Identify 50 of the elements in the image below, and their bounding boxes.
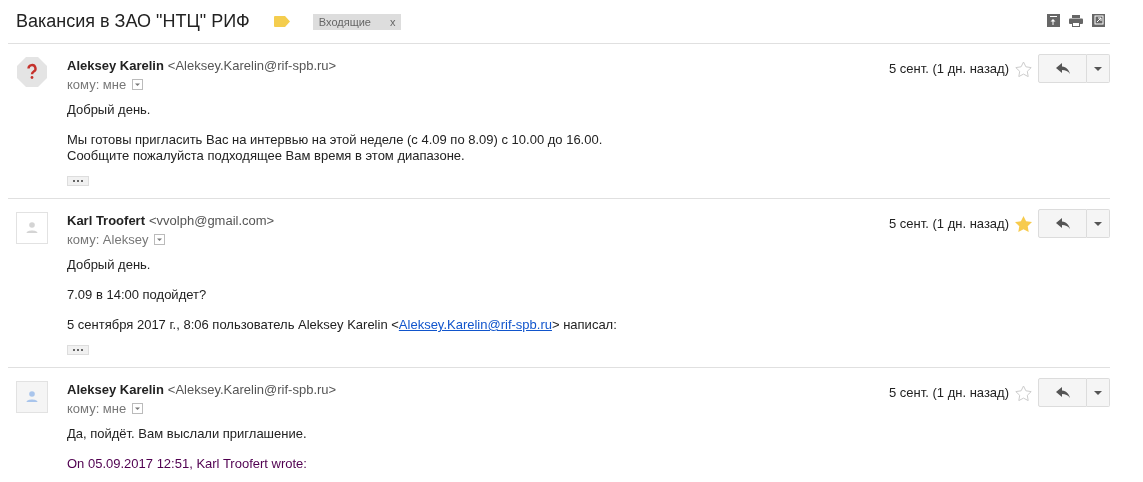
message-paragraph: Мы готовы пригласить Вас на интервью на этой неделе (с 4.09 по 8.09) с 10.00 до 16.00. Сообщите пожалуйста подходящее Вам время в этом диапазоне. bbox=[67, 132, 604, 164]
reply-icon bbox=[1055, 218, 1070, 229]
recipient-details-icon[interactable] bbox=[154, 234, 166, 245]
message-paragraph: 7.09 в 14:00 подойдет? bbox=[67, 287, 208, 303]
sender-name: Karl Troofert bbox=[67, 213, 145, 228]
email-link[interactable]: Aleksey.Karelin@rif-spb.ru bbox=[398, 317, 552, 332]
star-icon[interactable] bbox=[1015, 384, 1032, 401]
label-name[interactable]: Входящие bbox=[318, 15, 371, 28]
caret-icon bbox=[1094, 221, 1102, 226]
sender-email: <Aleksey.Karelin@rif-spb.ru> bbox=[167, 58, 337, 73]
starred-icon[interactable] bbox=[1015, 215, 1032, 232]
message-paragraph: Добрый день. bbox=[67, 102, 152, 118]
star-icon[interactable] bbox=[1015, 60, 1032, 77]
print-icon[interactable] bbox=[1069, 14, 1083, 27]
sender-email: <Aleksey.Karelin@rif-spb.ru> bbox=[167, 382, 337, 397]
reply-button[interactable] bbox=[1038, 54, 1087, 83]
subject-title: Вакансия в ЗАО "НТЦ" РИФ bbox=[16, 11, 250, 32]
remove-label-button[interactable]: x bbox=[389, 15, 396, 28]
expand-all-icon[interactable] bbox=[1047, 14, 1060, 27]
person-avatar-icon bbox=[16, 381, 48, 413]
recipient-text: кому: мне bbox=[67, 77, 127, 92]
quote-header: On 05.09.2017 12:51, Karl Troofert wrote: bbox=[67, 456, 308, 472]
message-date: 5 сент. (1 дн. назад) bbox=[889, 61, 1009, 76]
importance-marker-icon[interactable] bbox=[273, 16, 290, 27]
reply-button[interactable] bbox=[1038, 209, 1087, 238]
message-paragraph: Да, пойдёт. Вам выслали приглашение. bbox=[67, 426, 308, 442]
more-options-button[interactable] bbox=[1087, 209, 1110, 238]
more-options-button[interactable] bbox=[1087, 54, 1110, 83]
show-trimmed-button[interactable] bbox=[67, 176, 89, 186]
message-date: 5 сент. (1 дн. назад) bbox=[889, 216, 1009, 231]
recipient-text: кому: Aleksey bbox=[67, 232, 149, 247]
reply-icon bbox=[1055, 63, 1070, 74]
caret-icon bbox=[1094, 66, 1102, 71]
sender-name: Aleksey Karelin bbox=[67, 58, 164, 73]
reply-icon bbox=[1055, 387, 1070, 398]
show-trimmed-button[interactable] bbox=[67, 345, 89, 355]
message-date: 5 сент. (1 дн. назад) bbox=[889, 385, 1009, 400]
recipient-details-icon[interactable] bbox=[132, 403, 144, 414]
recipient-text: кому: мне bbox=[67, 401, 127, 416]
new-window-icon[interactable] bbox=[1092, 14, 1105, 27]
unknown-sender-icon bbox=[17, 57, 47, 87]
caret-icon bbox=[1094, 390, 1102, 395]
message-paragraph: Добрый день. bbox=[67, 257, 152, 273]
person-avatar-icon bbox=[16, 212, 48, 244]
quote-attribution: 5 сентября 2017 г., 8:06 пользователь Aleksey Karelin <Aleksey.Karelin@rif-spb.ru> написал: bbox=[67, 317, 618, 333]
recipient-details-icon[interactable] bbox=[132, 79, 144, 90]
more-options-button[interactable] bbox=[1087, 378, 1110, 407]
reply-button[interactable] bbox=[1038, 378, 1087, 407]
sender-name: Aleksey Karelin bbox=[67, 382, 164, 397]
sender-email: <vvolph@gmail.com> bbox=[149, 213, 275, 228]
